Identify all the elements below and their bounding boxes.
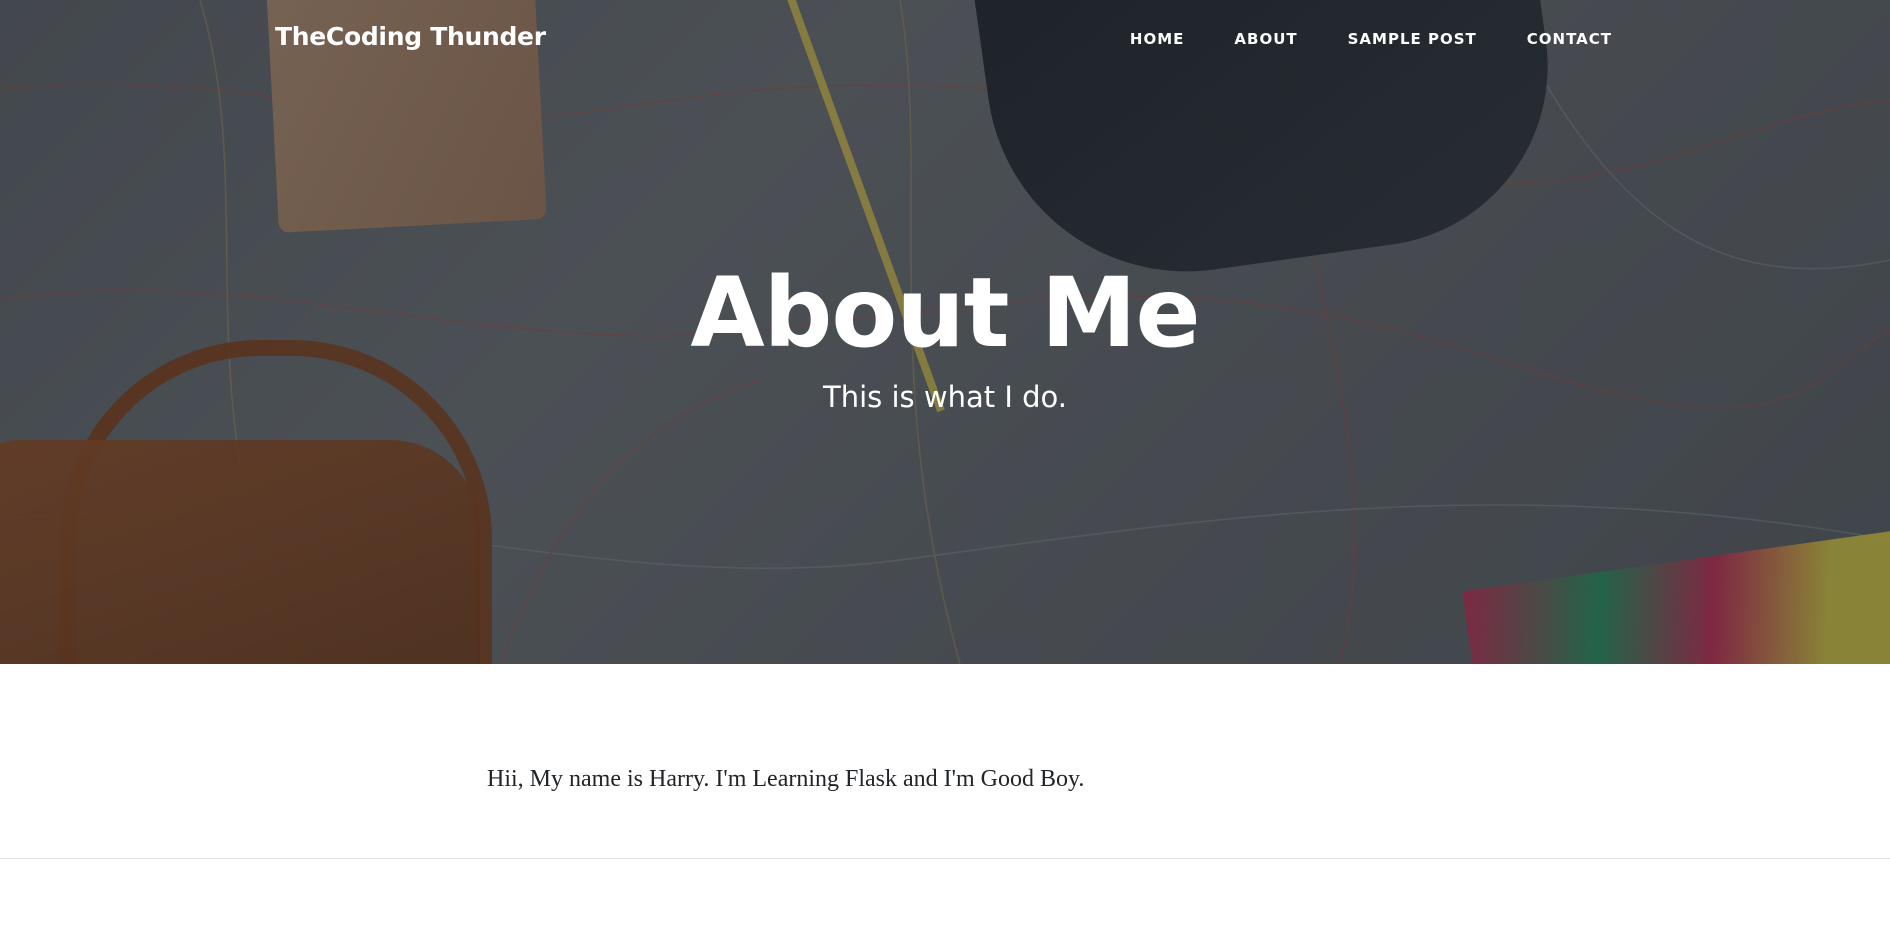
nav-link-about[interactable]: ABOUT [1234, 30, 1297, 48]
navbar: TheCoding Thunder HOME ABOUT SAMPLE POST… [0, 0, 1890, 82]
masthead: TheCoding Thunder HOME ABOUT SAMPLE POST… [0, 0, 1890, 664]
brand-link[interactable]: TheCoding Thunder [275, 22, 546, 51]
content-divider [0, 858, 1890, 859]
nav-link-home[interactable]: HOME [1130, 30, 1184, 48]
nav-link-sample-post[interactable]: SAMPLE POST [1348, 30, 1477, 48]
nav-links: HOME ABOUT SAMPLE POST CONTACT [1080, 30, 1612, 48]
about-paragraph: Hii, My name is Harry. I'm Learning Flas… [487, 766, 1085, 792]
page-heading: About Me [690, 257, 1200, 369]
nav-link-contact[interactable]: CONTACT [1527, 30, 1612, 48]
page-subheading: This is what I do. [823, 380, 1067, 414]
